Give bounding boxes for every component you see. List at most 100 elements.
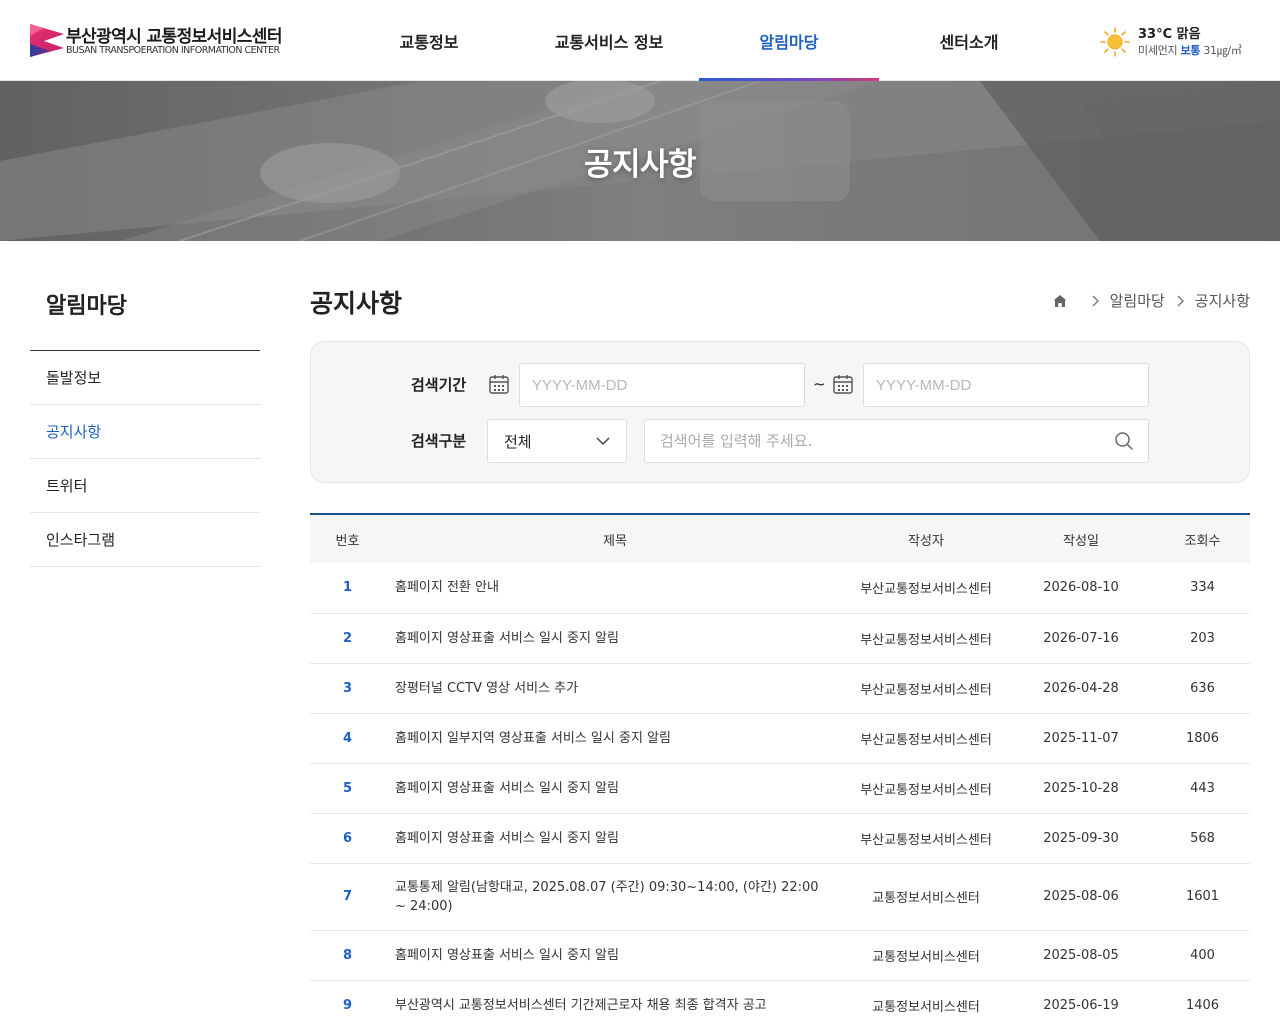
search-panel: 검색기간 ~ 검색구분 전체 [310, 341, 1250, 483]
table-header-row: 번호 제목 작성자 작성일 조회수 [310, 514, 1250, 563]
side-nav-item-instagram[interactable]: 인스타그램 [30, 513, 260, 567]
chevron-right-icon [1177, 295, 1184, 306]
row-title-link[interactable]: 교통통제 알림(남항대교, 2025.08.07 (주간) 09:30~14:0… [385, 863, 845, 931]
table-row[interactable]: 1 홈페이지 전환 안내 부산교통정보서비스센터 2026-08-10 334 [310, 563, 1250, 614]
row-number: 2 [310, 613, 385, 664]
logo-subtitle: BUSAN TRANSPOERATION INFORMATION CENTER [66, 45, 280, 56]
row-views: 568 [1155, 813, 1250, 864]
breadcrumb-item-notice-board[interactable]: 알림마당 [1110, 290, 1165, 311]
column-header-views: 조회수 [1184, 533, 1221, 549]
sun-icon [1100, 27, 1130, 57]
column-header-date: 작성일 [1063, 533, 1099, 549]
busan-logo-icon [30, 24, 64, 57]
side-nav-item-twitter[interactable]: 트위터 [30, 459, 260, 513]
hero-title: 공지사항 [583, 147, 697, 183]
row-title-link[interactable]: 홈페이지 일부지역 영상표출 서비스 일시 중지 알림 [385, 713, 845, 764]
search-type-select[interactable]: 전체 [487, 419, 627, 463]
search-keyword-input[interactable] [644, 419, 1149, 463]
row-author: 교통정보서비스센터 [845, 980, 1007, 1024]
search-type-selected: 전체 [504, 432, 532, 451]
row-date: 2026-08-10 [1007, 563, 1155, 614]
column-header-title: 제목 [603, 533, 627, 549]
end-date-input[interactable] [863, 363, 1149, 407]
row-date: 2025-08-06 [1007, 863, 1155, 931]
row-title-link[interactable]: 홈페이지 영상표출 서비스 일시 중지 알림 [385, 763, 845, 814]
table-row[interactable]: 9 부산광역시 교통정보서비스센터 기간제근로자 채용 최종 합격자 공고 교통… [310, 980, 1250, 1024]
fine-dust-status: 보통 [1180, 44, 1201, 57]
row-date: 2025-10-28 [1007, 763, 1155, 814]
table-row[interactable]: 8 홈페이지 영상표출 서비스 일시 중지 알림 교통정보서비스센터 2025-… [310, 930, 1250, 981]
nav-traffic-info[interactable]: 교통정보 [339, 0, 519, 81]
row-date: 2025-09-30 [1007, 813, 1155, 864]
row-title-link[interactable]: 부산광역시 교통정보서비스센터 기간제근로자 채용 최종 합격자 공고 [385, 980, 845, 1024]
row-number: 3 [310, 663, 385, 714]
row-views: 1406 [1155, 980, 1250, 1024]
fine-dust-info: 미세먼지 보통 31㎍/㎥ [1138, 42, 1242, 58]
fine-dust-value: 31㎍/㎥ [1203, 44, 1242, 57]
row-author: 부산교통정보서비스센터 [845, 713, 1007, 764]
row-date: 2025-08-05 [1007, 930, 1155, 981]
chevron-right-icon [1092, 295, 1099, 306]
main-nav: 교통정보 교통서비스 정보 알림마당 센터소개 [339, 0, 1059, 81]
row-date: 2025-11-07 [1007, 713, 1155, 764]
table-row[interactable]: 4 홈페이지 일부지역 영상표출 서비스 일시 중지 알림 부산교통정보서비스센… [310, 713, 1250, 764]
row-number: 7 [310, 863, 385, 931]
table-row[interactable]: 5 홈페이지 영상표출 서비스 일시 중지 알림 부산교통정보서비스센터 202… [310, 763, 1250, 814]
side-nav-item-incident-info[interactable]: 돌발정보 [30, 351, 260, 405]
row-title-link[interactable]: 홈페이지 영상표출 서비스 일시 중지 알림 [385, 930, 845, 981]
calendar-icon[interactable] [832, 373, 854, 395]
table-row[interactable]: 6 홈페이지 영상표출 서비스 일시 중지 알림 부산교통정보서비스센터 202… [310, 813, 1250, 864]
row-author: 부산교통정보서비스센터 [845, 813, 1007, 864]
search-type-label: 검색구분 [411, 432, 467, 450]
nav-traffic-service-info[interactable]: 교통서비스 정보 [519, 0, 699, 81]
site-logo[interactable]: 부산광역시 교통정보서비스센터 BUSAN TRANSPOERATION INF… [30, 22, 300, 62]
weather-widget: 33°C 맑음 미세먼지 보통 31㎍/㎥ [1099, 22, 1269, 62]
calendar-icon[interactable] [488, 373, 510, 395]
side-nav-title: 알림마당 [30, 270, 260, 351]
row-views: 400 [1155, 930, 1250, 981]
row-date: 2025-06-19 [1007, 980, 1155, 1024]
row-author: 부산교통정보서비스센터 [845, 763, 1007, 814]
chevron-down-icon [596, 437, 610, 446]
table-row[interactable]: 7 교통통제 알림(남항대교, 2025.08.07 (주간) 09:30~14… [310, 863, 1250, 931]
column-header-author: 작성자 [908, 533, 944, 549]
row-number: 1 [310, 563, 385, 614]
row-number: 4 [310, 713, 385, 764]
start-date-input[interactable] [519, 363, 805, 407]
row-views: 636 [1155, 663, 1250, 714]
row-number: 9 [310, 980, 385, 1024]
breadcrumb: 알림마당 공지사항 [1052, 290, 1250, 311]
logo-title: 부산광역시 교통정보서비스센터 [66, 27, 282, 47]
row-date: 2026-04-28 [1007, 663, 1155, 714]
row-number: 8 [310, 930, 385, 981]
page-title: 공지사항 [310, 289, 403, 318]
row-author: 부산교통정보서비스센터 [845, 613, 1007, 664]
nav-center-intro[interactable]: 센터소개 [879, 0, 1059, 81]
row-date: 2026-07-16 [1007, 613, 1155, 664]
site-header: 부산광역시 교통정보서비스센터 BUSAN TRANSPOERATION INF… [0, 0, 1280, 81]
weather-temperature: 33°C 맑음 [1138, 27, 1201, 42]
row-author: 교통정보서비스센터 [845, 930, 1007, 981]
row-author: 부산교통정보서비스센터 [845, 663, 1007, 714]
row-author: 부산교통정보서비스센터 [845, 563, 1007, 614]
row-title-link[interactable]: 홈페이지 전환 안내 [385, 563, 845, 614]
search-icon[interactable] [1114, 431, 1134, 451]
row-views: 203 [1155, 613, 1250, 664]
search-period-label: 검색기간 [411, 376, 467, 394]
date-range-separator: ~ [813, 375, 826, 393]
row-views: 1601 [1155, 863, 1250, 931]
notice-table: 번호 제목 작성자 작성일 조회수 1 홈페이지 전환 안내 부산교통정보서비스… [310, 513, 1250, 1024]
table-row[interactable]: 3 장평터널 CCTV 영상 서비스 추가 부산교통정보서비스센터 2026-0… [310, 663, 1250, 714]
row-views: 443 [1155, 763, 1250, 814]
row-title-link[interactable]: 홈페이지 영상표출 서비스 일시 중지 알림 [385, 813, 845, 864]
row-views: 1806 [1155, 713, 1250, 764]
fine-dust-label: 미세먼지 [1138, 44, 1178, 57]
table-row[interactable]: 2 홈페이지 영상표출 서비스 일시 중지 알림 부산교통정보서비스센터 202… [310, 613, 1250, 664]
hero-banner: 공지사항 [0, 81, 1280, 241]
nav-notice-board[interactable]: 알림마당 [699, 0, 879, 81]
side-nav-item-notice[interactable]: 공지사항 [30, 405, 260, 459]
row-title-link[interactable]: 장평터널 CCTV 영상 서비스 추가 [385, 663, 845, 714]
breadcrumb-item-notice[interactable]: 공지사항 [1195, 290, 1250, 311]
row-title-link[interactable]: 홈페이지 영상표출 서비스 일시 중지 알림 [385, 613, 845, 664]
home-icon[interactable] [1052, 293, 1068, 309]
